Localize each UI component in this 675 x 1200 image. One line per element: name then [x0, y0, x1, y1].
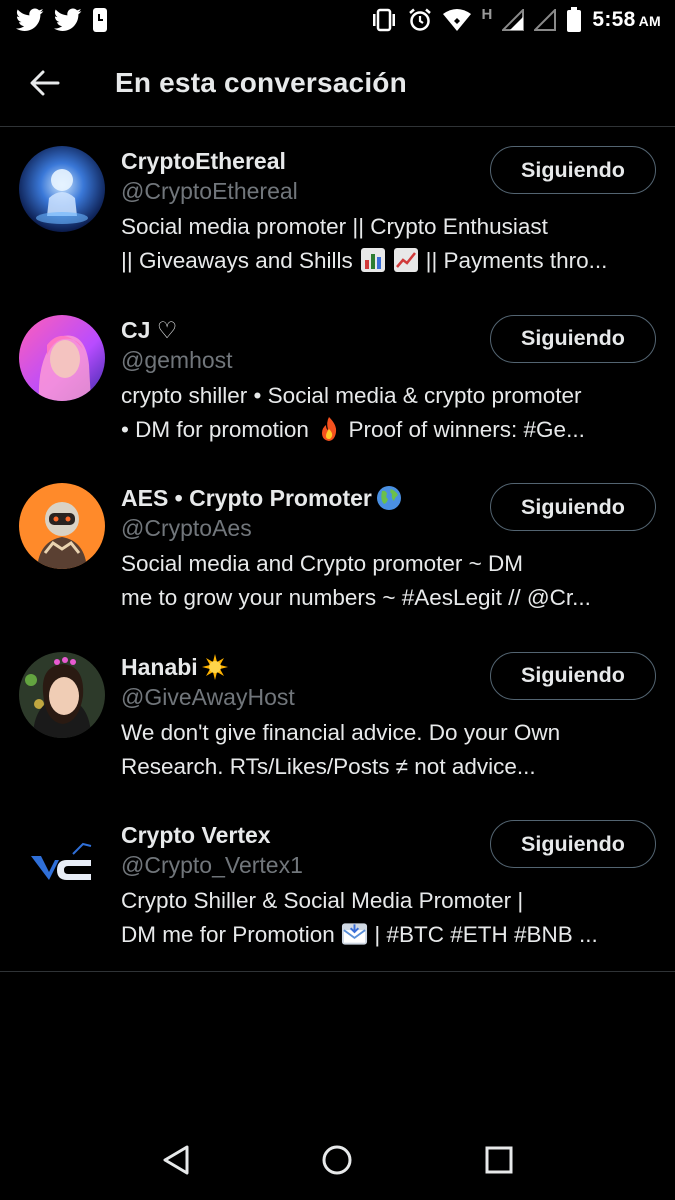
network-type-label: H	[481, 5, 493, 23]
user-name-text: AES • Crypto Promoter	[121, 485, 372, 512]
status-left	[16, 7, 108, 33]
nav-back-button[interactable]	[146, 1130, 206, 1190]
bio-text: DM me for Promotion	[121, 922, 335, 948]
user-list: CryptoEthereal @CryptoEthereal Social me…	[0, 128, 675, 972]
bio-text: me to grow your numbers ~ #AesLegit // @…	[121, 585, 591, 611]
user-row[interactable]: AES • Crypto Promoter @CryptoAes Social …	[0, 465, 675, 634]
user-row[interactable]: CJ ♡ @gemhost crypto shiller • Social me…	[0, 297, 675, 466]
envelope-emoji-icon	[341, 921, 368, 948]
bio-text: | #BTC #ETH #BNB ...	[374, 922, 598, 948]
status-right: H 5:58 AM	[370, 5, 661, 33]
user-row[interactable]: CryptoEthereal @CryptoEthereal Social me…	[0, 128, 675, 297]
following-button[interactable]: Siguiendo	[490, 146, 656, 194]
phone-clock-icon	[92, 7, 108, 33]
header: En esta conversación	[0, 40, 675, 127]
following-button[interactable]: Siguiendo	[490, 820, 656, 869]
fire-emoji-icon	[315, 415, 342, 442]
bio-text: • DM for promotion	[121, 416, 309, 442]
system-nav-bar	[0, 1120, 675, 1200]
bio-text: We don't give financial advice. Do your …	[121, 719, 561, 745]
bio-text: || Giveaways and Shills	[121, 248, 353, 273]
nav-home-button[interactable]	[307, 1130, 367, 1190]
wifi-icon	[442, 8, 472, 32]
following-button[interactable]: Siguiendo	[490, 314, 656, 363]
avatar[interactable]	[19, 820, 105, 907]
user-bio: Social media and Crypto promoter ~ DM me…	[121, 547, 651, 615]
user-name-text: Hanabi	[121, 653, 198, 680]
bio-text: Social media promoter || Crypto Enthusia…	[121, 214, 548, 239]
sun-emoji-icon	[202, 653, 229, 680]
signal-icon	[534, 9, 557, 31]
following-button[interactable]: Siguiendo	[490, 483, 656, 532]
nav-recents-button[interactable]	[469, 1130, 529, 1190]
avatar[interactable]	[19, 146, 105, 232]
twitter-icon	[54, 8, 82, 32]
status-bar: H 5:58 AM	[0, 0, 675, 40]
page-title: En esta conversación	[115, 67, 407, 98]
user-bio: We don't give financial advice. Do your …	[121, 716, 651, 784]
alarm-icon	[408, 8, 432, 32]
back-triangle-icon	[163, 1145, 189, 1175]
back-button[interactable]	[15, 53, 75, 113]
user-bio: Crypto Shiller & Social Media Promoter |…	[121, 884, 651, 952]
vibrate-icon	[370, 8, 398, 32]
bio-text: || Payments thro...	[425, 248, 608, 273]
bar-chart-emoji-icon	[359, 247, 386, 274]
bio-text: crypto shiller • Social media & crypto p…	[121, 382, 582, 408]
avatar[interactable]	[19, 314, 105, 401]
bio-text: Crypto Shiller & Social Media Promoter |	[121, 888, 524, 914]
battery-icon	[566, 7, 582, 33]
globe-emoji-icon	[376, 485, 403, 512]
bio-text: Research. RTs/Likes/Posts ≠ not advice..…	[121, 753, 536, 779]
bio-text: Proof of winners: #Ge...	[348, 416, 585, 442]
arrow-left-icon	[30, 70, 60, 96]
user-row[interactable]: Crypto Vertex @Crypto_Vertex1 Crypto Shi…	[0, 802, 675, 971]
user-bio: crypto shiller • Social media & crypto p…	[121, 379, 651, 447]
avatar[interactable]	[19, 651, 105, 738]
twitter-icon	[16, 8, 44, 32]
chart-increasing-emoji-icon	[392, 247, 419, 274]
user-row[interactable]: Hanabi @GiveAwayHost We don't give finan…	[0, 634, 675, 803]
signal-icon	[502, 9, 525, 31]
following-button[interactable]: Siguiendo	[490, 651, 656, 700]
avatar[interactable]	[19, 483, 105, 570]
bio-text: Social media and Crypto promoter ~ DM	[121, 551, 524, 577]
home-circle-icon	[322, 1145, 352, 1175]
status-time: 5:58 AM	[592, 8, 661, 31]
recents-square-icon	[485, 1146, 513, 1174]
user-bio: Social media promoter || Crypto Enthusia…	[121, 210, 651, 278]
